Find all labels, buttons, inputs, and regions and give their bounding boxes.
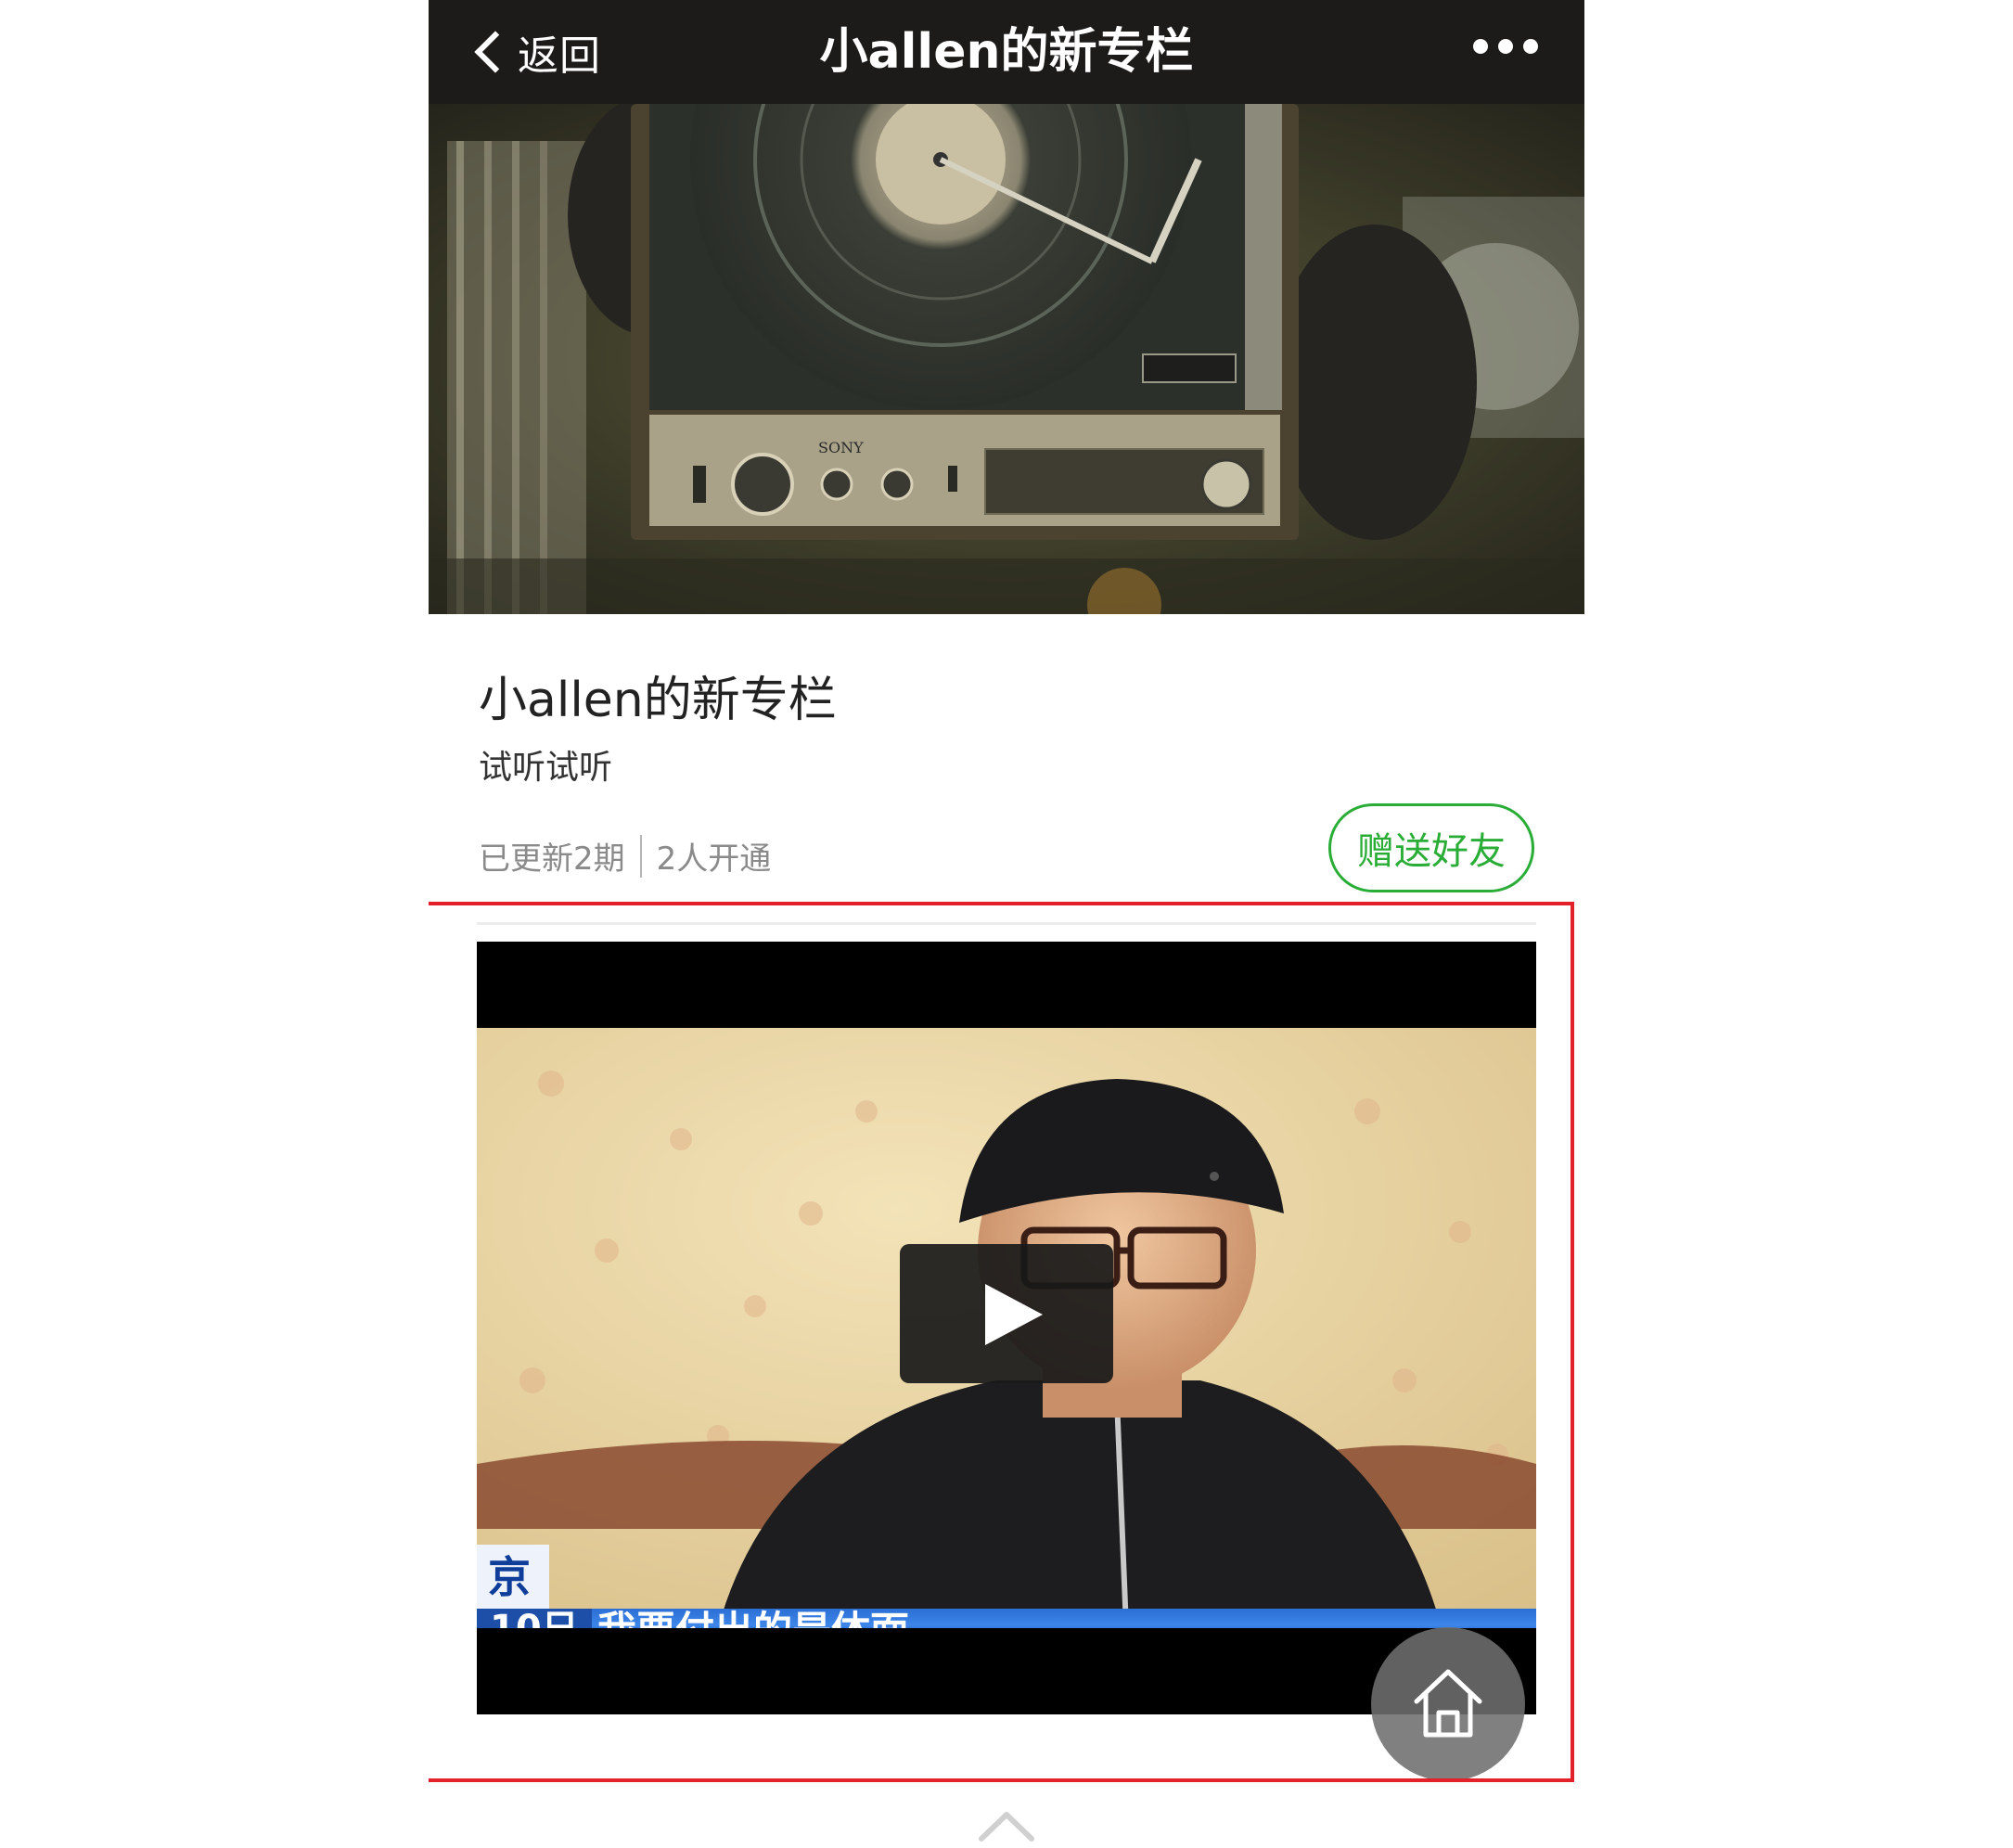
back-button[interactable]: 返回 xyxy=(466,13,601,91)
dot xyxy=(1473,39,1488,54)
video-player[interactable]: 京 10日 我要付出的是体面 xyxy=(477,942,1536,1714)
phone-screen: 返回 小allen的新专栏 SONY 小allen的新专栏 试听试听 已更新2期… xyxy=(429,0,1584,1848)
home-icon xyxy=(1414,1669,1482,1738)
column-subtitle: 试听试听 xyxy=(479,749,613,787)
column-meta: 已更新2期 2人开通 xyxy=(479,833,771,879)
svg-text:SONY: SONY xyxy=(818,439,864,456)
column-title: 小allen的新专栏 xyxy=(479,673,837,728)
news-location-caption: 京 xyxy=(477,1545,549,1610)
news-ticker-bar: 10日 我要付出的是体面 xyxy=(477,1609,1536,1628)
subscriber-count: 2人开通 xyxy=(656,841,772,878)
section-divider xyxy=(477,922,1536,925)
column-cover-image: SONY xyxy=(429,104,1584,614)
navigation-bar: 返回 小allen的新专栏 xyxy=(429,0,1584,104)
chevron-left-icon xyxy=(474,31,517,73)
updated-count: 已更新2期 xyxy=(479,841,625,878)
back-label: 返回 xyxy=(518,32,601,80)
chevron-up-icon[interactable] xyxy=(976,1807,1037,1844)
play-button[interactable] xyxy=(900,1244,1113,1383)
page-title: 小allen的新专栏 xyxy=(819,23,1194,80)
dot xyxy=(1498,39,1513,54)
dot xyxy=(1523,39,1538,54)
meta-divider xyxy=(639,834,642,878)
news-date: 10日 xyxy=(477,1609,592,1628)
more-dots-icon[interactable] xyxy=(1473,28,1538,65)
home-button[interactable] xyxy=(1371,1627,1525,1781)
gift-to-friend-button[interactable]: 赠送好友 xyxy=(1328,803,1534,892)
news-ticker-text: 我要付出的是体面 xyxy=(597,1609,909,1628)
play-icon xyxy=(985,1284,1043,1345)
